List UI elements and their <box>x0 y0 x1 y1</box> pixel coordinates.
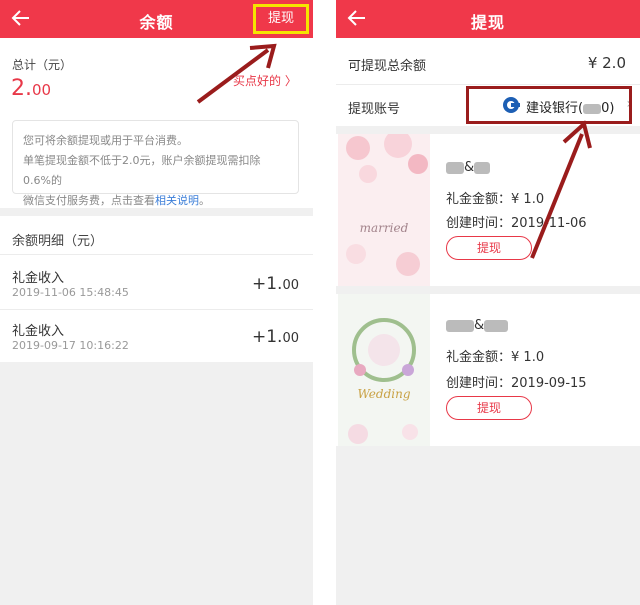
record-title: 礼金收入 <box>12 324 65 339</box>
related-info-link[interactable]: 相关说明 <box>155 194 199 207</box>
top-bar: 余额 提现 <box>0 0 313 38</box>
summary-panel: 可提现总余额 ¥ 2.0 提现账号 建设银行(0) › <box>336 38 640 126</box>
total-label: 总计（元） <box>12 58 73 72</box>
record-time: 2019-09-17 10:16:22 <box>12 339 129 352</box>
annotation-arrow-icon <box>530 120 592 259</box>
created-time: 创建时间：2019-09-15 <box>446 376 587 391</box>
withdraw-button[interactable]: 提现 <box>253 4 309 34</box>
gift-card: Wedding & 礼金金额：¥ 1.0 创建时间：2019-09-15 提现 <box>336 294 640 446</box>
balance-screen: 余额 提现 总计（元） 2.00 买点好的 〉 您可将余额提现或用于平台消费。 … <box>0 0 313 605</box>
account-label: 提现账号 <box>348 102 401 117</box>
top-bar: 提现 <box>336 0 640 38</box>
withdraw-button[interactable]: 提现 <box>446 236 532 260</box>
balance-value: ¥ 2.0 <box>587 54 626 72</box>
svg-text:married: married <box>360 221 409 235</box>
wedding-thumbnail: Wedding <box>338 294 430 446</box>
composite-screenshot: 余额 提现 总计（元） 2.00 买点好的 〉 您可将余额提现或用于平台消费。 … <box>0 0 640 605</box>
couple-name: & <box>446 318 509 333</box>
gift-amount: 礼金金额：¥ 1.0 <box>446 350 545 365</box>
page-title: 提现 <box>470 13 505 32</box>
record-amount: +1.00 <box>251 274 299 294</box>
record-title: 礼金收入 <box>12 271 65 286</box>
detail-title: 余额明细（元） <box>12 234 104 249</box>
couple-name: & <box>446 160 491 175</box>
svg-text:Wedding: Wedding <box>357 387 410 401</box>
annotation-arrow-icon <box>196 43 277 104</box>
wedding-thumbnail: married <box>338 134 430 286</box>
withdraw-notice: 您可将余额提现或用于平台消费。 单笔提现金额不低于2.0元，账户余额提现需扣除0… <box>12 120 299 207</box>
detail-panel: 余额明细（元） 礼金收入 2019-11-06 15:48:45 +1.00 礼… <box>0 216 313 362</box>
total-amount: 2.00 <box>11 76 52 101</box>
record-time: 2019-11-06 15:48:45 <box>12 286 129 299</box>
withdraw-button[interactable]: 提现 <box>446 396 532 420</box>
record-amount: +1.00 <box>251 327 299 347</box>
withdraw-screen: 提现 可提现总余额 ¥ 2.0 提现账号 建设银行(0) › married … <box>336 0 640 605</box>
balance-label: 可提现总余额 <box>348 59 427 74</box>
